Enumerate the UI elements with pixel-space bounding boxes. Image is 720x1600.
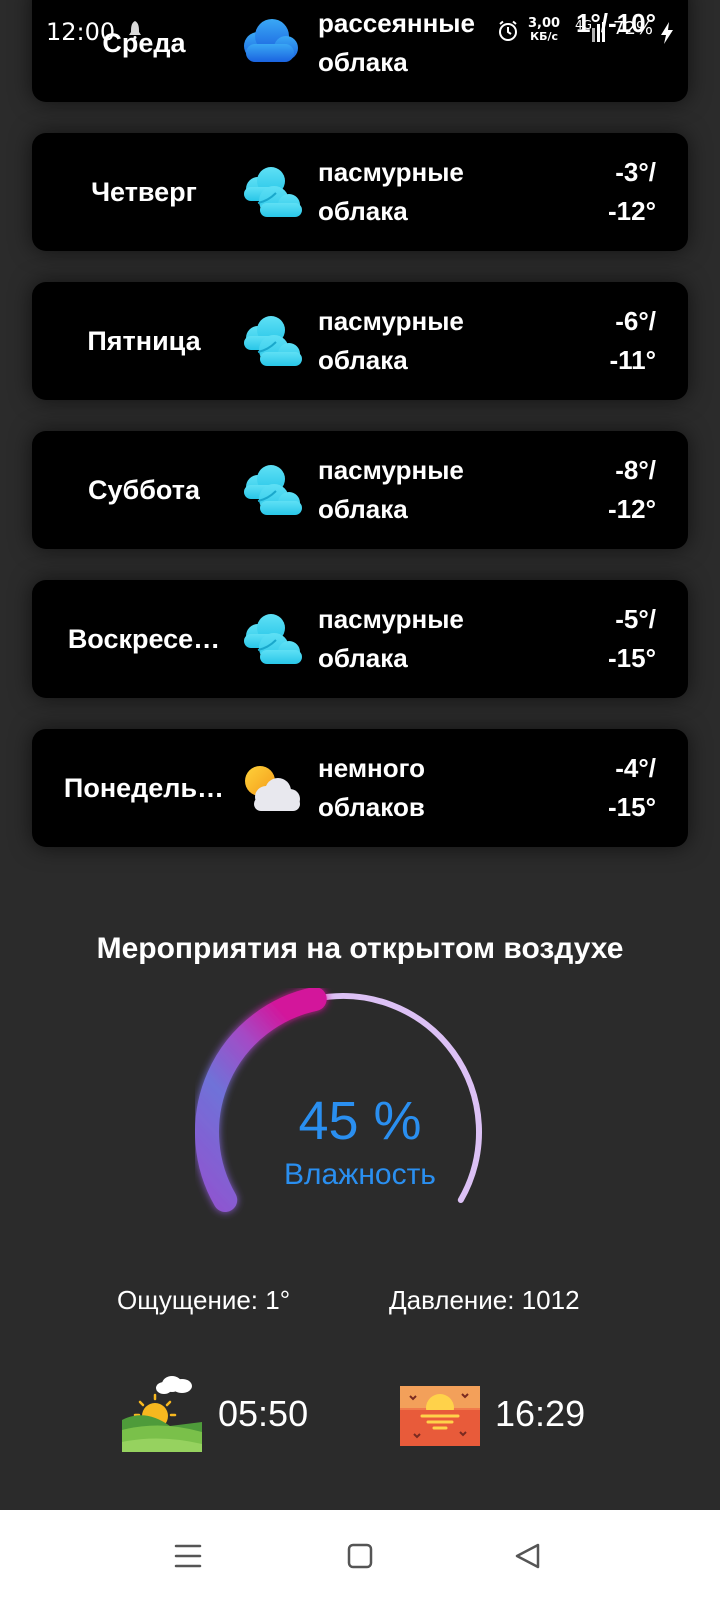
overcast-clouds-icon [234,455,304,525]
forecast-temperature-line2: -12° [608,196,656,226]
forecast-description: пасмурные облака [318,153,518,231]
outdoor-title: Мероприятия на открытом воздухе [96,932,624,965]
sunrise-time: 05:50 [218,1393,309,1434]
menu-icon[interactable] [168,1536,208,1576]
battery-level: 72% [613,18,654,39]
forecast-temperature-line2: -12° [608,494,656,524]
forecast-description-line1: пасмурные [318,157,464,187]
pressure: Давление: 1012 [389,1285,580,1315]
forecast-day-label: Пятница [87,325,201,356]
alarm-clock-icon [499,20,517,41]
forecast-temperature: -4°/ -15° [536,749,656,827]
forecast-day: Пятница [56,282,232,400]
forecast-day-label: Воскресе… [67,623,221,654]
forecast-temperature: -8°/ -12° [536,451,656,529]
status-bar: 12:00 3,00 КБ/с 4G 72% [0,0,720,60]
forecast-temperature: -5°/ -15° [536,600,656,678]
forecast-description-line2: облака [318,643,408,673]
forecast-temperature-line1: -6°/ [615,306,656,336]
forecast-day: Воскресе… [56,580,232,698]
forecast-temperature-line1: -8°/ [615,455,656,485]
sunset-icon [400,1386,480,1446]
forecast-description-line2: облаков [318,792,425,822]
humidity-label: Влажность [284,1158,436,1191]
back-triangle-icon[interactable] [508,1536,548,1576]
forecast-day: Понедель… [56,729,232,847]
forecast-temperature-line2: -15° [608,643,656,673]
forecast-description-line1: немного [318,753,426,783]
forecast-description-line1: пасмурные [318,604,464,634]
forecast-day-label: Четверг [91,176,197,207]
forecast-temperature-line1: -4°/ [615,753,656,783]
overcast-clouds-icon [234,157,304,227]
forecast-description: пасмурные облака [318,302,518,380]
navigation-bar [0,1510,720,1600]
status-time: 12:00 [46,18,116,46]
network-speed-unit: КБ/с [530,30,558,43]
forecast-temperature: -3°/ -12° [536,153,656,231]
forecast-card: Суббота пасмурные облака -8°/ -12° [32,431,688,549]
forecast-description-line2: облака [318,345,408,375]
forecast-day: Четверг [56,133,232,251]
few-clouds-icon [234,753,304,823]
forecast-card: Пятница пасмурные облака -6°/ -11° [32,282,688,400]
notification-bell-icon [129,21,141,39]
overcast-clouds-icon [234,306,304,376]
forecast-temperature-line2: -11° [609,345,656,375]
forecast-day-label: Понедель… [63,772,225,803]
forecast-card: Понедель… немного облаков -4°/ -15° [32,729,688,847]
forecast-temperature-line1: -5°/ [615,604,656,634]
network-speed-value: 3,00 [528,16,561,31]
forecast-description-line2: облака [318,196,408,226]
feels-like: Ощущение: 1° [117,1285,291,1315]
forecast-description: пасмурные облака [318,600,518,678]
forecast-day-label: Суббота [88,474,200,505]
forecast-description-line1: пасмурные [318,455,464,485]
forecast-description-line2: облака [318,494,408,524]
network-speed: 3,00 КБ/с [528,17,560,43]
sunrise-icon [122,1376,202,1452]
overcast-clouds-icon [234,604,304,674]
humidity-value: 45 % [298,1091,422,1151]
forecast-card: Четверг пасмурные облака -3°/ -12° [32,133,688,251]
sunset-time: 16:29 [495,1393,586,1434]
forecast-description-line1: пасмурные [318,306,464,336]
forecast-description: немного облаков [318,749,518,827]
forecast-temperature-line1: -3°/ [615,157,656,187]
home-square-icon[interactable] [340,1536,380,1576]
forecast-card: Воскресе… пасмурные облака -5°/ -15° [32,580,688,698]
forecast-temperature-line2: -15° [608,792,656,822]
forecast-temperature: -6°/ -11° [536,302,656,380]
forecast-description: пасмурные облака [318,451,518,529]
forecast-day: Суббота [56,431,232,549]
charging-icon [661,22,673,44]
